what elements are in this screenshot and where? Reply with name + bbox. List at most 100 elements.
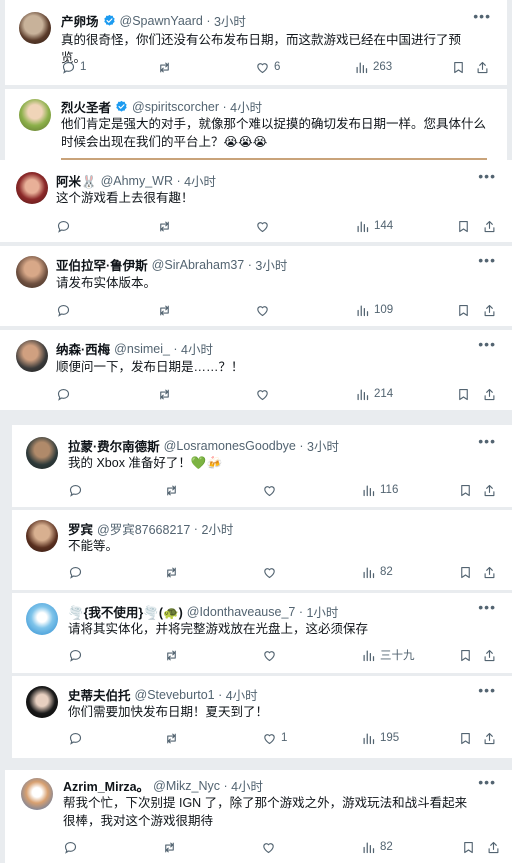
like-button[interactable]	[262, 483, 277, 498]
reply-button[interactable]	[56, 303, 71, 318]
timestamp[interactable]: 3小时	[255, 255, 287, 274]
timestamp[interactable]: 4小时	[231, 776, 263, 795]
reply-button[interactable]	[68, 731, 83, 746]
tweet-card[interactable]: Azrim_Mirza。 @Mikz_Nyc · 4小时 ••• 帮我个忙，下次别…	[5, 770, 512, 863]
more-icon[interactable]: •••	[478, 252, 496, 268]
share-button[interactable]	[482, 565, 497, 580]
share-button[interactable]	[482, 219, 497, 234]
avatar[interactable]	[16, 256, 48, 288]
like-button[interactable]	[255, 387, 270, 402]
more-icon[interactable]: •••	[478, 168, 496, 184]
views-button[interactable]: 116	[361, 483, 398, 498]
avatar[interactable]	[16, 172, 48, 204]
share-button[interactable]	[482, 731, 497, 746]
reply-button[interactable]	[63, 840, 78, 855]
avatar[interactable]	[26, 437, 58, 469]
timestamp[interactable]: 4小时	[184, 171, 216, 190]
author-name[interactable]: 产卵场	[61, 11, 99, 30]
reply-button[interactable]	[56, 219, 71, 234]
bookmark-button[interactable]	[458, 648, 473, 663]
more-icon[interactable]: •••	[478, 336, 496, 352]
bookmark-button[interactable]	[458, 565, 473, 580]
author-name[interactable]: 拉蒙·费尔南德斯	[68, 436, 160, 455]
reply-button[interactable]	[68, 565, 83, 580]
author-handle[interactable]: @LosramonesGoodbye	[164, 439, 296, 453]
tweet-card[interactable]: 烈火圣者 @spiritscorcher · 4小时 他们肯定是强大的对手，就像那…	[5, 89, 507, 161]
bookmark-button[interactable]	[458, 483, 473, 498]
timestamp[interactable]: 4小时	[226, 685, 258, 704]
share-button[interactable]	[482, 303, 497, 318]
author-handle[interactable]: @罗宾87668217	[97, 519, 190, 538]
share-button[interactable]	[482, 483, 497, 498]
retweet-button[interactable]	[157, 219, 172, 234]
author-name[interactable]: 纳森·西梅	[56, 339, 110, 358]
like-button[interactable]	[255, 219, 270, 234]
reply-button[interactable]	[56, 387, 71, 402]
share-button[interactable]	[482, 648, 497, 663]
bookmark-button[interactable]	[461, 840, 476, 855]
views-button[interactable]: 82	[361, 840, 393, 855]
avatar[interactable]	[26, 520, 58, 552]
author-handle[interactable]: @nsimei_	[114, 342, 170, 356]
author-name[interactable]: 罗宾	[68, 519, 93, 538]
views-button[interactable]: 82	[361, 565, 393, 580]
tweet-card[interactable]: 产卵场 @SpawnYaard · 3小时 ••• 真的很奇怪，你们还没有公布发布…	[5, 0, 507, 85]
like-button[interactable]: 1	[262, 731, 287, 746]
more-icon[interactable]: •••	[478, 682, 496, 698]
retweet-button[interactable]	[157, 303, 172, 318]
author-name[interactable]: 阿米🐰	[56, 171, 97, 190]
retweet-button[interactable]	[164, 648, 179, 663]
avatar[interactable]	[26, 686, 58, 718]
more-icon[interactable]: •••	[478, 433, 496, 449]
author-handle[interactable]: @Ahmy_WR	[101, 174, 173, 188]
like-button[interactable]	[262, 565, 277, 580]
share-button[interactable]	[486, 840, 501, 855]
timestamp[interactable]: 4小时	[230, 97, 262, 116]
bookmark-button[interactable]	[456, 387, 471, 402]
timestamp[interactable]: 3小时	[214, 11, 246, 30]
author-name[interactable]: 🌪️{我不使用}🌪️(🐢)	[68, 602, 183, 621]
avatar[interactable]	[26, 603, 58, 635]
share-button[interactable]	[482, 387, 497, 402]
like-button[interactable]	[262, 648, 277, 663]
timestamp[interactable]: 3小时	[307, 436, 339, 455]
reply-button[interactable]	[68, 648, 83, 663]
more-icon[interactable]: •••	[478, 774, 496, 790]
views-button[interactable]: 109	[355, 303, 393, 318]
views-button[interactable]: 214	[355, 387, 393, 402]
avatar[interactable]	[19, 12, 51, 44]
like-button[interactable]	[255, 303, 270, 318]
share-button[interactable]	[475, 60, 490, 75]
author-handle[interactable]: @spiritscorcher	[132, 100, 219, 114]
author-handle[interactable]: @Idonthaveause_7	[187, 605, 296, 619]
retweet-button[interactable]	[164, 731, 179, 746]
avatar[interactable]	[19, 99, 51, 131]
tweet-card[interactable]: 亚伯拉罕·鲁伊斯 @SirAbraham37 · 3小时 ••• 请发布实体版本。…	[0, 246, 512, 326]
timestamp[interactable]: 1小时	[306, 602, 338, 621]
bookmark-button[interactable]	[456, 219, 471, 234]
views-button[interactable]: 195	[361, 731, 399, 746]
tweet-card[interactable]: 阿米🐰 @Ahmy_WR · 4小时 ••• 这个游戏看上去很有趣！ 144	[0, 160, 512, 242]
avatar[interactable]	[21, 778, 53, 810]
author-handle[interactable]: @SirAbraham37	[152, 258, 245, 272]
more-icon[interactable]: •••	[478, 599, 496, 615]
bookmark-button[interactable]	[458, 731, 473, 746]
avatar[interactable]	[16, 340, 48, 372]
author-handle[interactable]: @Steveburto1	[135, 688, 215, 702]
tweet-card[interactable]: 史蒂夫伯托 @Steveburto1 · 4小时 ••• 你们需要加快发布日期！夏…	[12, 676, 512, 758]
retweet-button[interactable]	[164, 565, 179, 580]
timestamp[interactable]: 2小时	[201, 519, 233, 538]
reply-button[interactable]	[68, 483, 83, 498]
views-button[interactable]: 144	[355, 219, 393, 234]
retweet-button[interactable]	[157, 60, 172, 75]
like-button[interactable]: 6	[255, 60, 280, 75]
like-button[interactable]	[261, 840, 276, 855]
author-name[interactable]: 烈火圣者	[61, 97, 111, 116]
tweet-card[interactable]: 拉蒙·费尔南德斯 @LosramonesGoodbye · 3小时 ••• 我的 …	[12, 425, 512, 507]
tweet-card[interactable]: 🌪️{我不使用}🌪️(🐢) @Idonthaveause_7 · 1小时 ••• …	[12, 593, 512, 673]
author-handle[interactable]: @Mikz_Nyc	[153, 779, 220, 793]
bookmark-button[interactable]	[451, 60, 466, 75]
author-handle[interactable]: @SpawnYaard	[120, 14, 203, 28]
tweet-card[interactable]: 纳森·西梅 @nsimei_ · 4小时 ••• 顺便问一下，发布日期是……？！ …	[0, 330, 512, 410]
retweet-button[interactable]	[157, 387, 172, 402]
